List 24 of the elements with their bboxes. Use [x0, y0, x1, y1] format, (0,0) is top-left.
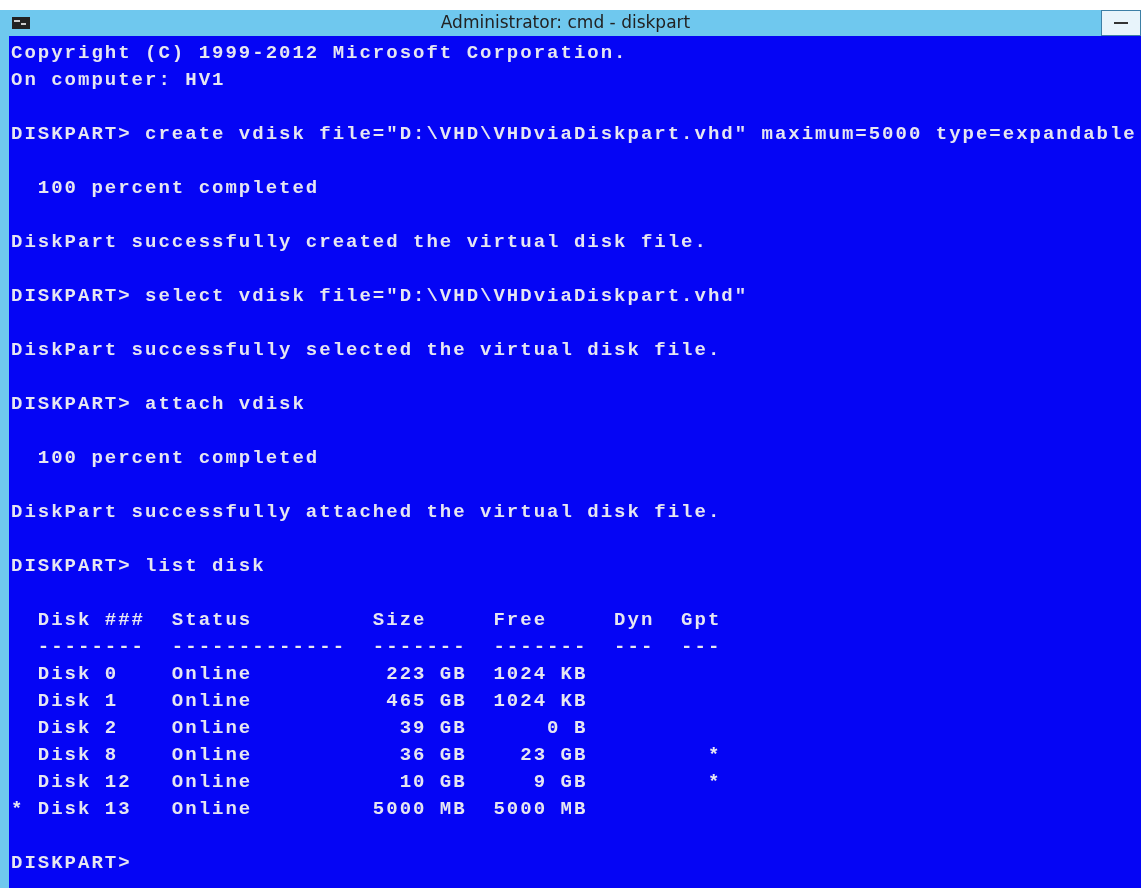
console-line: 100 percent completed [36, 176, 320, 201]
console-line: * Disk 13 Online 5000 MB 5000 MB [11, 797, 588, 822]
minimize-icon [1114, 21, 1128, 25]
console-line: DiskPart successfully attached the virtual disk file. [11, 500, 722, 525]
console-line: 100 percent completed [36, 446, 320, 471]
console-line: DISKPART> create vdisk file="D:\VHD\VHDviaDiskpart.vhd" maximum=5000 type=expandable [11, 122, 1137, 147]
console-app-icon [12, 17, 30, 29]
console-line: Disk 8 Online 36 GB 23 GB * [36, 743, 722, 768]
console-line: DISKPART> select vdisk file="D:\VHD\VHDviaDiskpart.vhd" [11, 284, 749, 309]
console-line: DISKPART> attach vdisk [11, 392, 306, 417]
window-title: Administrator: cmd - diskpart [439, 11, 692, 35]
console-line: On computer: HV1 [11, 68, 226, 93]
minimize-button[interactable] [1101, 10, 1141, 36]
console-line: Disk 1 Online 465 GB 1024 KB [36, 689, 588, 714]
console-line: Disk 0 Online 223 GB 1024 KB [36, 662, 588, 687]
console-line: Disk 2 Online 39 GB 0 B [36, 716, 588, 741]
console-line: Copyright (C) 1999-2012 Microsoft Corporation. [11, 41, 628, 66]
console-line: -------- ------------- ------- ------- --- --- [36, 635, 722, 660]
console-line: DISKPART> [11, 851, 132, 876]
console-line: DiskPart successfully selected the virtual disk file. [11, 338, 722, 363]
console-line: DiskPart successfully created the virtual disk file. [11, 230, 708, 255]
console-line: Disk 12 Online 10 GB 9 GB * [36, 770, 722, 795]
console-line: Disk ### Status Size Free Dyn Gpt [36, 608, 722, 633]
console-line: DISKPART> list disk [11, 554, 266, 579]
